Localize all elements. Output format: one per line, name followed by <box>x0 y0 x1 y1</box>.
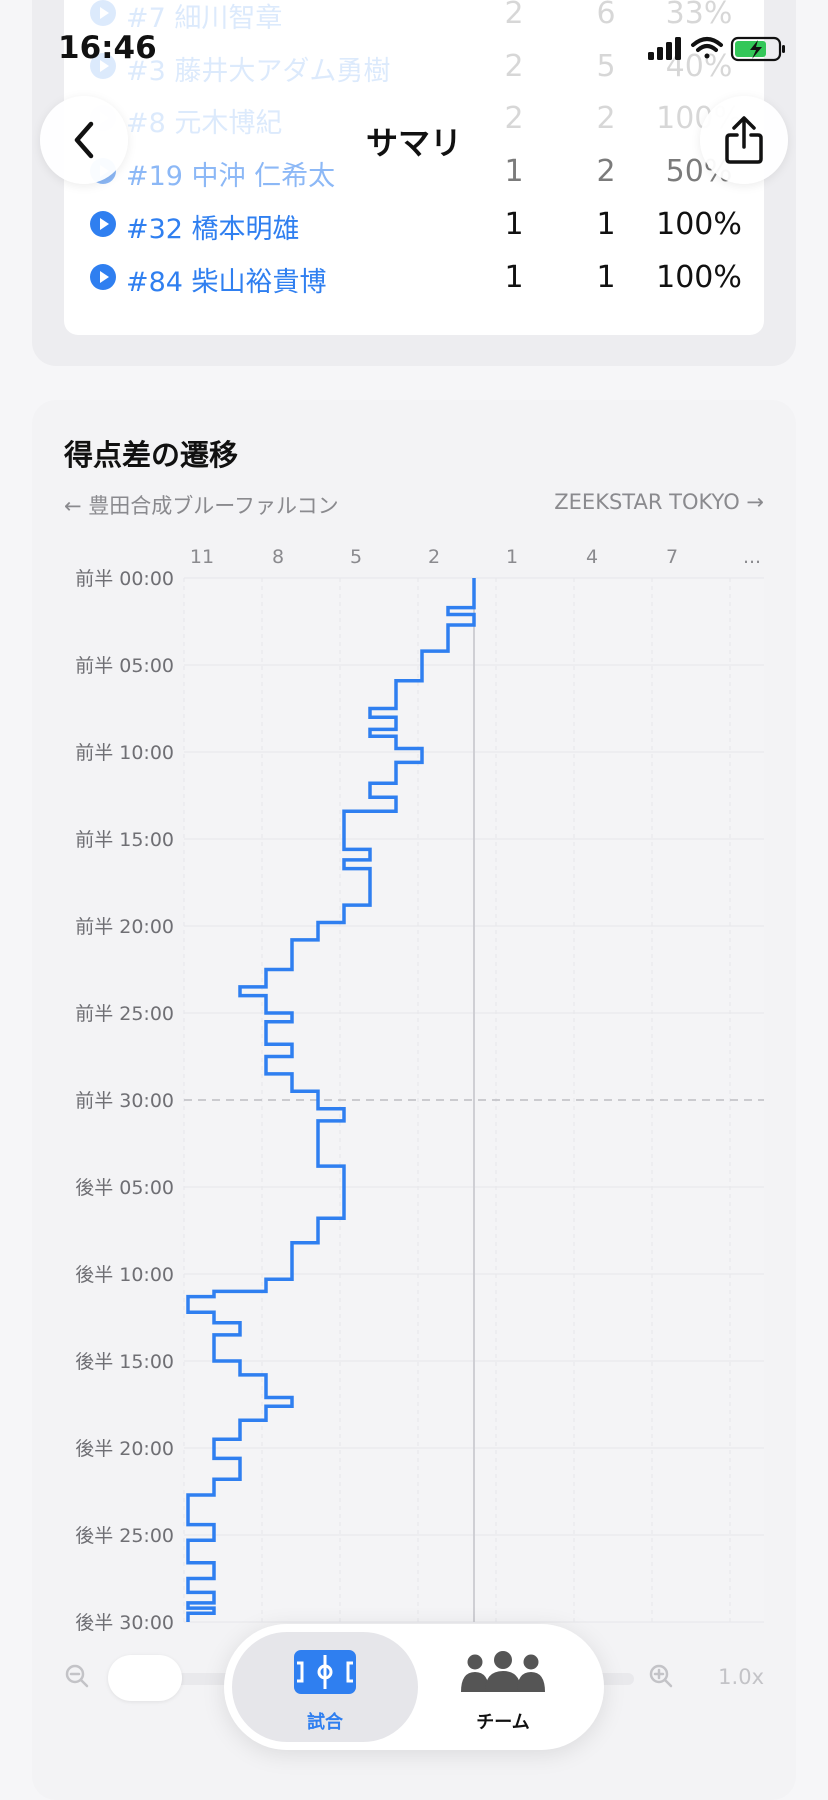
x-tick-label: 2 <box>428 546 440 568</box>
y-tick-label: 前半 10:00 <box>75 742 174 764</box>
y-tick-label: 前半 15:00 <box>75 829 174 851</box>
tab-match[interactable]: 試合 <box>232 1632 418 1742</box>
y-tick-label: 前半 05:00 <box>75 655 174 677</box>
zoom-in-icon[interactable] <box>648 1663 674 1695</box>
y-tick-label: 後半 05:00 <box>75 1177 174 1199</box>
score-diff-chart[interactable]: 前半 00:00 前半 05:00 前半 10:00 前半 15:00 前半 20:00… <box>0 0 828 1792</box>
y-tick-label: 後半 30:00 <box>75 1612 174 1634</box>
zoom-value: 1.0x <box>718 1665 764 1689</box>
y-tick-label: 前半 00:00 <box>75 568 174 590</box>
x-tick-label: 11 <box>190 546 214 568</box>
zoom-out-icon[interactable] <box>64 1663 90 1695</box>
x-tick-label: 4 <box>586 546 598 568</box>
y-tick-label: 後半 15:00 <box>75 1351 174 1373</box>
x-tick-label: ... <box>743 546 761 568</box>
court-icon <box>294 1650 356 1694</box>
y-tick-label: 前半 20:00 <box>75 916 174 938</box>
x-tick-label: 1 <box>506 546 518 568</box>
y-tick-label: 後半 10:00 <box>75 1264 174 1286</box>
y-tick-label: 後半 25:00 <box>75 1525 174 1547</box>
y-tick-label: 前半 30:00 <box>75 1090 174 1112</box>
tab-team-label: チーム <box>476 1712 530 1733</box>
tab-bar: 試合 チーム <box>224 1624 604 1750</box>
x-tick-label: 8 <box>272 546 284 568</box>
y-tick-label: 後半 20:00 <box>75 1438 174 1460</box>
tab-team[interactable]: チーム <box>410 1632 596 1742</box>
zoom-slider-thumb[interactable] <box>108 1655 182 1701</box>
tab-match-label: 試合 <box>307 1712 343 1733</box>
x-tick-label: 7 <box>666 546 678 568</box>
y-tick-label: 前半 25:00 <box>75 1003 174 1025</box>
x-tick-label: 5 <box>350 546 362 568</box>
people-icon <box>461 1651 545 1692</box>
